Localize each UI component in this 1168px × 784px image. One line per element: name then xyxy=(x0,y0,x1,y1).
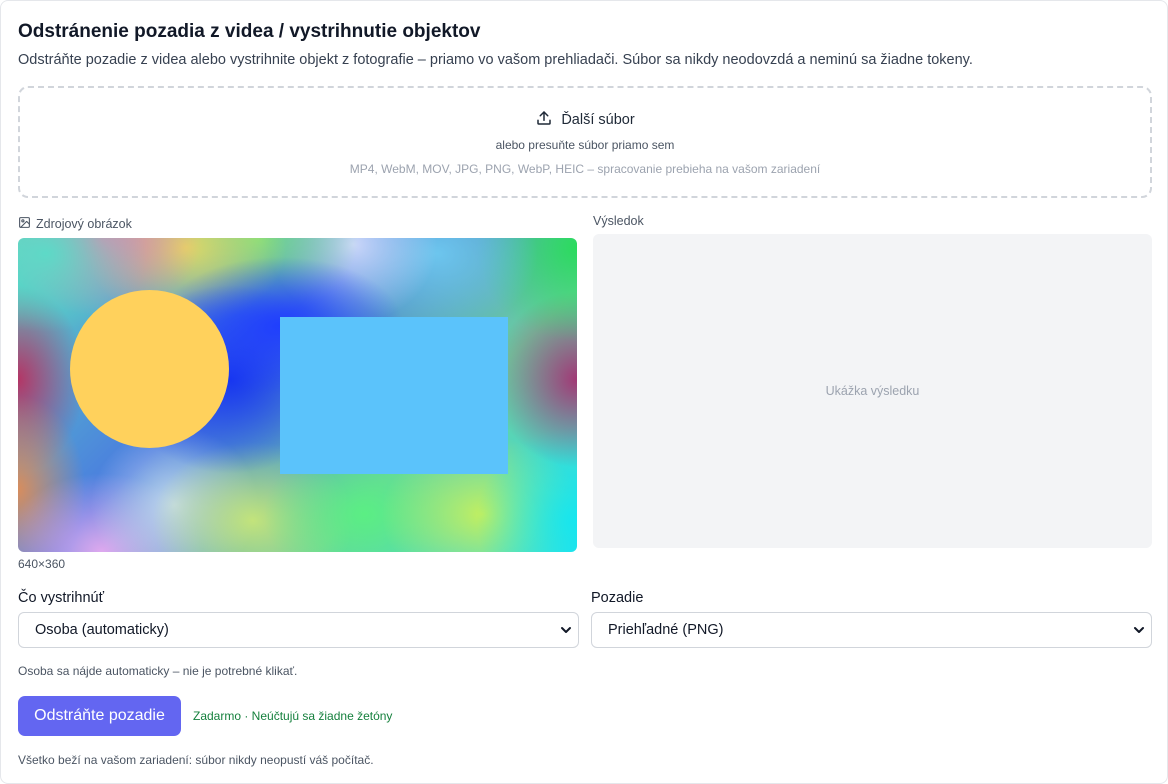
yellow-circle-shape xyxy=(70,290,229,448)
privacy-note: Všetko beží na vašom zariadení: súbor ni… xyxy=(18,753,374,767)
source-label-text: Zdrojový obrázok xyxy=(36,217,132,231)
cut-target-label: Čo vystrihnúť xyxy=(18,590,105,606)
background-value: Priehľadné (PNG) xyxy=(608,622,724,638)
upload-label: Ďalší súbor xyxy=(561,112,635,128)
result-label: Výsledok xyxy=(593,214,644,228)
background-removal-card: Odstránenie pozadia z videa / vystrihnut… xyxy=(0,0,1168,784)
dropzone-hint: alebo presuňte súbor priamo sem xyxy=(495,138,675,152)
chevron-down-icon xyxy=(1134,627,1144,633)
cut-target-select[interactable]: Osoba (automaticky) xyxy=(18,612,579,648)
upload-button[interactable]: Ďalší súbor xyxy=(20,109,1150,131)
cut-target-hint: Osoba sa nájde automaticky – nie je potr… xyxy=(18,664,298,678)
source-dimensions: 640×360 xyxy=(18,557,66,571)
image-icon xyxy=(18,216,31,232)
free-note: Zadarmo · Neúčtujú sa žiadne žetóny xyxy=(193,709,393,723)
blue-rectangle-shape xyxy=(280,317,508,474)
result-placeholder: Ukážka výsledku xyxy=(825,384,920,398)
remove-background-button[interactable]: Odstráňte pozadie xyxy=(18,696,181,736)
cut-target-value: Osoba (automaticky) xyxy=(35,622,169,638)
source-label: Zdrojový obrázok xyxy=(18,216,132,232)
background-select[interactable]: Priehľadné (PNG) xyxy=(591,612,1152,648)
background-label: Pozadie xyxy=(591,590,644,606)
chevron-down-icon xyxy=(561,627,571,633)
file-dropzone[interactable]: Ďalší súbor alebo presuňte súbor priamo … xyxy=(18,86,1152,198)
page-title: Odstránenie pozadia z videa / vystrihnut… xyxy=(18,21,481,42)
page-subtitle: Odstráňte pozadie z videa alebo vystrihn… xyxy=(18,52,973,68)
result-preview: Ukážka výsledku xyxy=(593,234,1152,548)
upload-icon xyxy=(535,109,553,131)
source-image-preview xyxy=(18,238,577,552)
supported-formats: MP4, WebM, MOV, JPG, PNG, WebP, HEIC – s… xyxy=(349,162,821,176)
